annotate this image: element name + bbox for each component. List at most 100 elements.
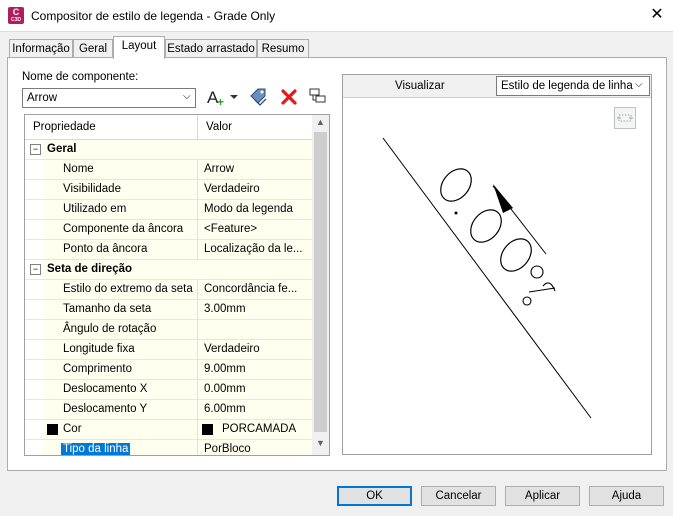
property-grid[interactable]: Propriedade Valor − Geral Nome Arrow Visibil… [24, 114, 330, 456]
column-divider[interactable] [197, 115, 198, 139]
property-cell[interactable]: Tipo da linha [43, 440, 197, 455]
collapse-icon[interactable]: − [30, 264, 41, 275]
property-value: 6.00mm [204, 403, 246, 415]
grid-category-row[interactable]: − Geral [25, 140, 312, 160]
delete-component-button[interactable] [278, 86, 300, 108]
property-cell[interactable]: Deslocamento Y [43, 400, 197, 419]
table-row[interactable]: Nome Arrow [25, 160, 313, 180]
property-cell[interactable]: Nome [43, 160, 197, 179]
tab-geral[interactable]: Geral [73, 39, 113, 58]
table-row[interactable]: Tipo da linha PorBloco [25, 440, 313, 455]
copy-component-button[interactable] [247, 86, 269, 108]
value-cell[interactable]: Modo da legenda [197, 200, 313, 219]
property-value: 0.00mm [204, 383, 246, 395]
add-component-button[interactable]: A + [205, 86, 239, 109]
app-icon: C C3D [8, 7, 24, 24]
property-label: Estilo do extremo da seta [63, 283, 193, 295]
property-cell[interactable]: Geral [43, 140, 197, 159]
table-row[interactable]: Deslocamento X 0.00mm [25, 380, 313, 400]
value-cell[interactable]: <Feature> [197, 220, 313, 239]
value-cell[interactable]: PORCAMADA [197, 420, 313, 439]
tab-layout[interactable]: Layout [113, 36, 165, 59]
property-label: Ponto da âncora [63, 243, 148, 255]
property-label: Nome [63, 163, 94, 175]
property-label: Visibilidade [63, 183, 121, 195]
value-cell[interactable]: Concordância fe... [197, 280, 313, 299]
property-cell[interactable]: Utilizado em [43, 200, 197, 219]
draw-order-icon [309, 88, 326, 103]
property-cell[interactable]: Cor [43, 420, 197, 439]
property-cell[interactable]: Ângulo de rotação [43, 320, 197, 339]
property-cell[interactable]: Ponto da âncora [43, 240, 197, 259]
property-cell[interactable]: Tamanho da seta [43, 300, 197, 319]
property-cell[interactable]: Estilo do extremo da seta [43, 280, 197, 299]
row-gutter [25, 420, 43, 439]
value-cell[interactable]: 3.00mm [197, 300, 313, 319]
property-value: PorBloco [204, 443, 251, 455]
table-row[interactable]: Visibilidade Verdadeiro [25, 180, 313, 200]
category-fill [197, 260, 312, 279]
tab-estado-arrastado[interactable]: Estado arrastado [165, 39, 257, 58]
preview-label: Visualizar [395, 80, 445, 92]
property-cell[interactable]: Seta de direção [43, 260, 197, 279]
cancel-button[interactable]: Cancelar [421, 486, 496, 506]
value-cell[interactable]: PorBloco [197, 440, 313, 455]
value-cell[interactable]: 6.00mm [197, 400, 313, 419]
property-value: <Feature> [204, 223, 258, 235]
help-button[interactable]: Ajuda [589, 486, 664, 506]
scroll-thumb[interactable] [314, 132, 327, 432]
tab-informacao[interactable]: Informação [9, 39, 73, 58]
row-gutter [25, 200, 43, 219]
row-gutter [25, 360, 43, 379]
value-cell[interactable]: 9.00mm [197, 360, 313, 379]
table-row[interactable]: Ponto da âncora Localização da le... [25, 240, 313, 260]
property-label: Cor [63, 423, 82, 435]
property-cell[interactable]: Visibilidade [43, 180, 197, 199]
value-cell[interactable]: Localização da le... [197, 240, 313, 259]
value-cell[interactable]: Arrow [197, 160, 313, 179]
preview-style-select[interactable]: Estilo de legenda de linha ⌵ [496, 76, 650, 96]
value-cell[interactable] [197, 320, 313, 339]
grid-category-row[interactable]: − Seta de direção [25, 260, 312, 280]
ok-button[interactable]: OK [337, 486, 412, 506]
component-select[interactable]: Arrow ⌵ [22, 88, 196, 108]
preview-style-value: Estilo de legenda de linha [501, 80, 633, 92]
property-label: Deslocamento X [63, 383, 148, 395]
draw-order-button[interactable] [307, 86, 329, 108]
vertical-scrollbar[interactable]: ▲ ▼ [312, 115, 329, 455]
close-icon[interactable]: ✕ [648, 6, 666, 24]
grid-rows: − Geral Nome Arrow Visibilidade Verdadeiro Uti… [25, 140, 313, 455]
value-cell[interactable]: 0.00mm [197, 380, 313, 399]
apply-button[interactable]: Aplicar [505, 486, 580, 506]
table-row[interactable]: Cor PORCAMADA [25, 420, 313, 440]
property-cell[interactable]: Comprimento [43, 360, 197, 379]
table-row[interactable]: Estilo do extremo da seta Concordância fe… [25, 280, 313, 300]
table-row[interactable]: Utilizado em Modo da legenda [25, 200, 313, 220]
component-label: Nome de componente: [22, 71, 139, 83]
property-cell[interactable]: Componente da âncora [43, 220, 197, 239]
scroll-down-icon[interactable]: ▼ [312, 438, 329, 452]
preview-panel: Visualizar Estilo de legenda de linha ⌵ [342, 74, 652, 455]
table-row[interactable]: Componente da âncora <Feature> [25, 220, 313, 240]
property-value: Arrow [204, 163, 235, 175]
property-label: Ângulo de rotação [63, 323, 157, 335]
svg-text:+: + [217, 95, 224, 108]
tab-resumo[interactable]: Resumo [257, 39, 309, 58]
row-gutter [25, 340, 43, 359]
row-gutter [25, 240, 43, 259]
scroll-up-icon[interactable]: ▲ [312, 117, 329, 131]
table-row[interactable]: Tamanho da seta 3.00mm [25, 300, 313, 320]
table-row[interactable]: Longitude fixa Verdadeiro [25, 340, 313, 360]
value-cell[interactable]: Verdadeiro [197, 340, 313, 359]
row-gutter [25, 380, 43, 399]
value-cell[interactable]: Verdadeiro [197, 180, 313, 199]
chevron-down-icon: ⌵ [183, 91, 191, 102]
table-row[interactable]: Comprimento 9.00mm [25, 360, 313, 380]
collapse-icon[interactable]: − [30, 144, 41, 155]
property-cell[interactable]: Deslocamento X [43, 380, 197, 399]
property-cell[interactable]: Longitude fixa [43, 340, 197, 359]
label-preview-drawing [382, 137, 592, 419]
table-row[interactable]: Deslocamento Y 6.00mm [25, 400, 313, 420]
row-gutter [25, 160, 43, 179]
table-row[interactable]: Ângulo de rotação [25, 320, 313, 340]
